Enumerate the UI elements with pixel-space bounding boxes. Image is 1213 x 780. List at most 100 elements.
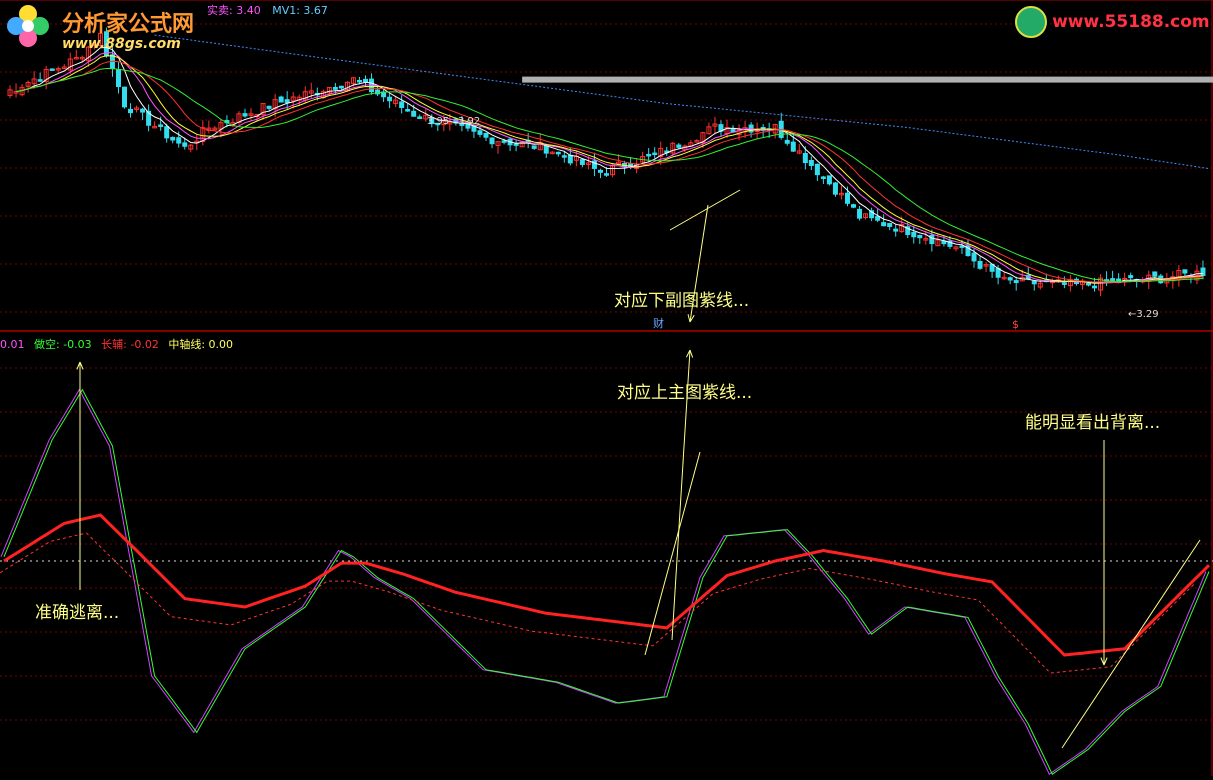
candle-body	[1086, 283, 1091, 286]
main-header-name: 实卖	[207, 4, 229, 17]
candle-body	[182, 142, 188, 147]
candle-body	[893, 228, 899, 232]
candle-body	[1061, 282, 1067, 285]
candle-body	[356, 79, 362, 83]
candle-body	[917, 234, 923, 239]
event-marker: 财	[653, 316, 664, 330]
flower-logo-icon	[6, 4, 50, 48]
candle-body	[971, 252, 977, 262]
candle-body	[887, 222, 893, 227]
sub-item-short: 做空: -0.03	[34, 338, 92, 351]
candle-body	[338, 85, 344, 89]
dashed-aux-line	[0, 532, 1196, 674]
candle-body	[881, 222, 887, 227]
candle-body	[266, 105, 272, 109]
candle-body	[1110, 278, 1116, 281]
candle-body	[597, 169, 603, 173]
annotation-text: 对应下副图紫线...	[614, 291, 749, 311]
candle-body	[911, 231, 917, 238]
candle-body	[158, 124, 164, 127]
long-aux-line	[3, 513, 1211, 657]
sub-header: 0.01 做空: -0.03 长辅: -0.02 中轴线: 0.00	[0, 336, 233, 352]
ma20-line	[16, 68, 1204, 283]
price-label: 3.92	[458, 116, 480, 127]
globe-icon	[1015, 6, 1047, 38]
candle-body	[652, 152, 658, 156]
candle-body	[387, 96, 393, 102]
candle-body	[1007, 277, 1013, 281]
candle-body	[399, 101, 405, 108]
candle-body	[411, 110, 417, 117]
candle-body	[959, 245, 965, 248]
candle-body	[140, 108, 146, 113]
sub-first-value: 0.01	[0, 338, 25, 351]
candle-body	[1013, 280, 1019, 284]
candle-body	[363, 78, 368, 83]
candle-body	[242, 113, 248, 117]
annotation-text: 准确逃离...	[35, 603, 119, 623]
candle-body	[164, 126, 170, 139]
candle-body	[802, 152, 808, 164]
mv-value: 3.67	[303, 4, 328, 17]
main-header: 实卖: 3.40 MV1: 3.67	[207, 4, 328, 17]
candle-body	[851, 204, 857, 208]
candle-body	[820, 176, 826, 179]
candle-body	[561, 155, 567, 158]
candle-body	[417, 116, 423, 120]
ma10-line	[16, 55, 1204, 284]
candle-body	[37, 79, 43, 82]
candle-body	[784, 139, 790, 144]
candle-body	[489, 137, 495, 145]
candle-body	[405, 109, 411, 112]
sub-item-long: 长辅: -0.02	[101, 338, 159, 351]
annotation-text: 能明显看出背离...	[1025, 413, 1160, 433]
logo-url: www.88gs.com	[62, 36, 181, 52]
mv-name: MV1	[272, 4, 297, 17]
resistance-band	[522, 76, 1213, 83]
candle-body	[808, 159, 814, 166]
candle-body	[1182, 269, 1188, 274]
candle-body	[513, 143, 519, 146]
candle-body	[531, 145, 537, 149]
candle-body	[977, 260, 983, 269]
candle-body	[332, 87, 338, 90]
candle-body	[832, 182, 838, 195]
candle-body	[1031, 280, 1037, 285]
candle-body	[1128, 275, 1134, 279]
candle-body	[555, 151, 561, 155]
ma8-line	[16, 52, 1204, 284]
candle-body	[814, 163, 820, 176]
logo-left: 分析家公式网 www.88gs.com	[6, 4, 194, 52]
price-label: 3.95	[427, 116, 449, 127]
candle-body	[845, 192, 850, 204]
candle-body	[1092, 285, 1098, 289]
ma14-line	[16, 60, 1204, 283]
logo-title: 分析家公式网	[62, 12, 195, 37]
candle-body	[875, 216, 881, 221]
candle-body	[115, 69, 121, 88]
candle-body	[483, 132, 489, 138]
candle-body	[567, 154, 573, 164]
logo-right: www.55188.com	[1015, 6, 1210, 38]
event-marker: $	[1012, 318, 1019, 331]
short-line	[3, 388, 1210, 775]
main-header-value: 3.40	[236, 4, 261, 17]
candle-body	[929, 234, 935, 245]
stock-chart[interactable]: 3.95 3.92 ←3.29 财 $ 对应下副图紫线... 对应上主图紫线... 准确逃离.…	[0, 0, 1213, 776]
annotation-text: 对应上主图紫线...	[617, 383, 752, 403]
price-label: ←3.29	[1128, 309, 1159, 320]
chart-canvas[interactable]: 3.95 3.92 ←3.29 财 $ 对应下副图紫线... 对应上主图紫线... 准确逃离.…	[0, 0, 1213, 776]
candle-body	[1200, 267, 1206, 277]
candle-body	[176, 137, 182, 144]
candle-body	[579, 159, 585, 165]
candle-body	[616, 161, 622, 165]
candle-body	[170, 136, 176, 141]
candle-body	[501, 140, 507, 143]
candle-body	[790, 141, 796, 152]
trend-line-divergence	[1061, 539, 1201, 749]
candle-body	[49, 68, 55, 71]
candle-body	[122, 86, 127, 108]
candle-body	[1152, 271, 1158, 277]
candle-body	[857, 208, 863, 219]
candle-body	[284, 99, 290, 104]
